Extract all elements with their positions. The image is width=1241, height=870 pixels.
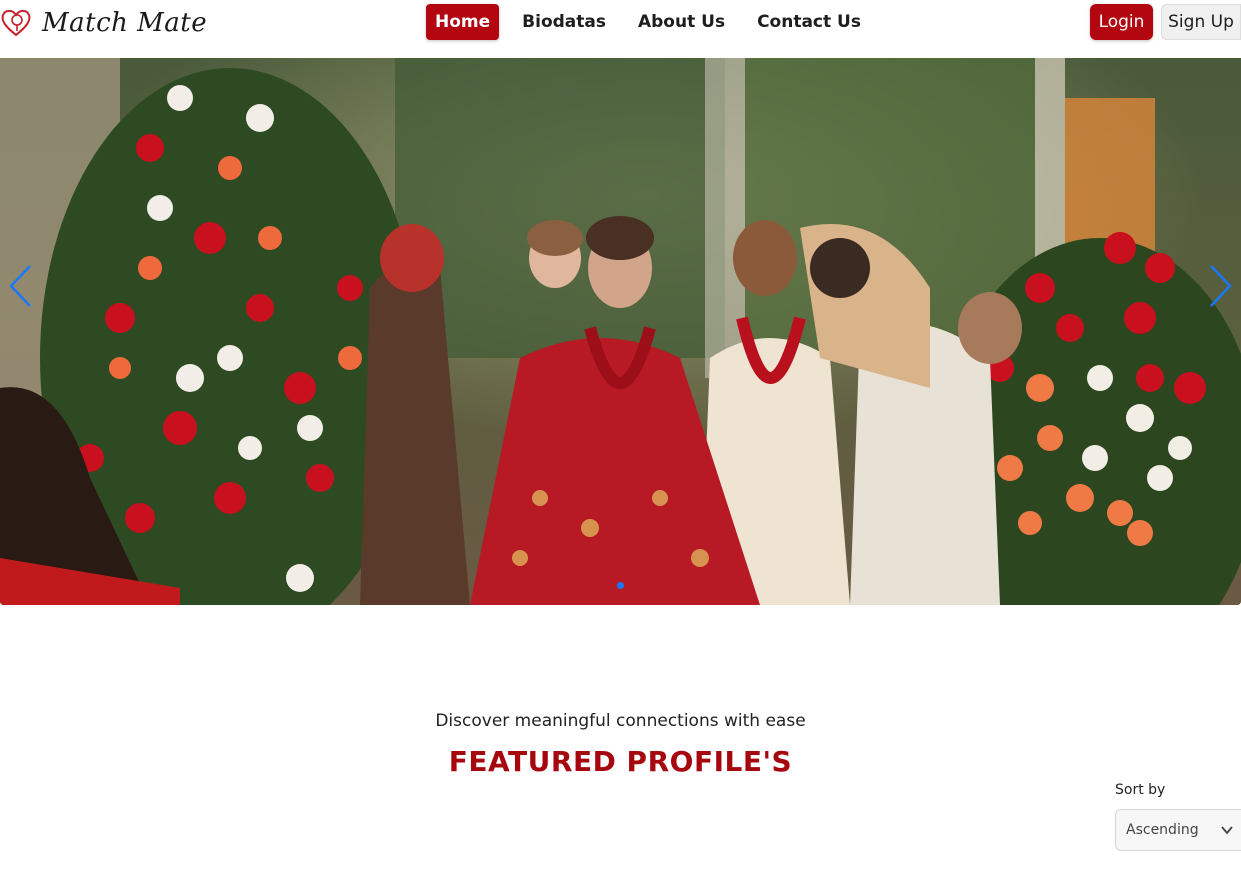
heart-icon — [1, 9, 31, 37]
top-navbar: Match Mate Home Biodatas About Us Contac… — [0, 0, 1241, 58]
nav-link-about-us[interactable]: About Us — [629, 4, 734, 40]
featured-title: FEATURED PROFILE'S — [448, 745, 793, 778]
featured-tagline: Discover meaningful connections with eas… — [435, 711, 806, 731]
carousel-indicator-active[interactable] — [617, 582, 624, 589]
brand-logo[interactable]: Match Mate — [0, 6, 207, 40]
login-button[interactable]: Login — [1090, 4, 1153, 40]
chevron-right-icon[interactable] — [1205, 263, 1235, 309]
brand-name: Match Mate — [42, 8, 208, 38]
main-nav: Home Biodatas About Us Contact Us — [426, 4, 884, 40]
hero-carousel — [0, 58, 1241, 605]
chevron-down-icon — [1221, 826, 1233, 835]
chevron-left-icon[interactable] — [6, 263, 36, 309]
sort-label: Sort by — [1115, 782, 1166, 798]
signup-button[interactable]: Sign Up — [1161, 4, 1241, 40]
sort-selected-value: Ascending — [1126, 822, 1199, 838]
nav-link-home[interactable]: Home — [426, 4, 500, 40]
nav-link-biodatas[interactable]: Biodatas — [513, 4, 615, 40]
sort-select[interactable]: Ascending — [1115, 809, 1241, 851]
carousel-indicators — [0, 582, 1241, 589]
wedding-ceremony-photo — [0, 58, 1241, 605]
nav-link-contact-us[interactable]: Contact Us — [748, 4, 870, 40]
